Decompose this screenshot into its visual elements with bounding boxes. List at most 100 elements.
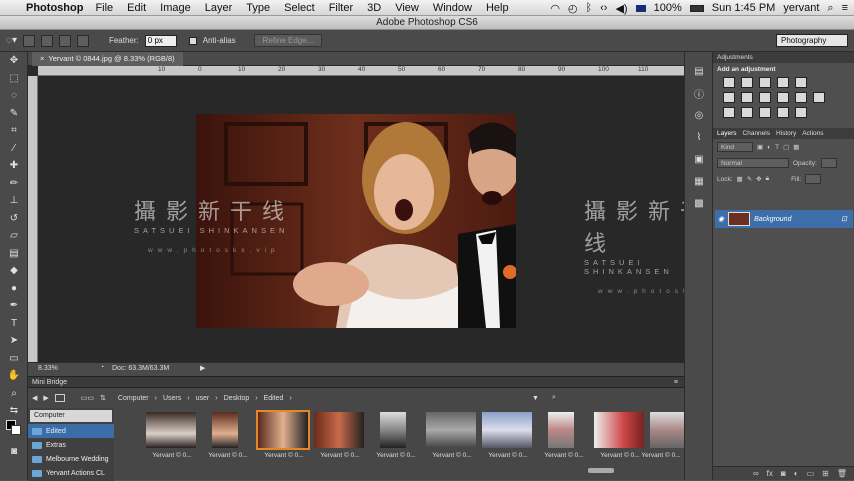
brush-tool-icon[interactable]: ✏: [0, 175, 28, 193]
invert-icon[interactable]: [723, 107, 735, 118]
tab-layers[interactable]: Layers: [717, 128, 737, 139]
menu-3d[interactable]: 3D: [367, 2, 381, 14]
paths-panel-icon[interactable]: ⌇: [685, 126, 713, 148]
forward-icon[interactable]: ▶: [43, 394, 48, 402]
vibrance-icon[interactable]: [795, 77, 807, 88]
thumbnail[interactable]: [212, 412, 238, 448]
photo-filter-icon[interactable]: [777, 92, 789, 103]
list-icon[interactable]: ≡: [842, 2, 848, 14]
fx-icon[interactable]: fx: [767, 469, 773, 478]
folder-item[interactable]: Extras: [28, 438, 114, 452]
selective-color-icon[interactable]: [795, 107, 807, 118]
opacity-input[interactable]: [820, 158, 837, 168]
horizontal-ruler[interactable]: 10 0 10 20 30 40 50 60 70 80 90 100 110: [38, 66, 684, 76]
menu-type[interactable]: Type: [246, 2, 270, 14]
panel-menu-icon[interactable]: ≡: [674, 377, 678, 388]
lock-all-icon[interactable]: 🔒︎: [766, 175, 769, 183]
new-group-icon[interactable]: ▭: [807, 469, 815, 478]
battery-icon[interactable]: [689, 4, 704, 12]
zoom-level[interactable]: 8.33%: [38, 365, 58, 372]
volume-icon[interactable]: ◀): [615, 2, 627, 15]
location-select[interactable]: Computer: [30, 410, 112, 422]
panel-view-icon[interactable]: [54, 394, 65, 402]
refine-edge-button[interactable]: Refine Edge...: [253, 34, 323, 47]
flag-icon[interactable]: [635, 4, 646, 12]
channel-mixer-icon[interactable]: [795, 92, 807, 103]
blur-icon[interactable]: ◆: [0, 262, 28, 280]
tab-actions[interactable]: Actions: [802, 128, 823, 139]
layer-lock-icon[interactable]: ⊡: [841, 215, 847, 223]
menu-file[interactable]: File: [95, 2, 113, 14]
add-selection-icon[interactable]: [40, 34, 53, 47]
threshold-icon[interactable]: [759, 107, 771, 118]
thumbnail[interactable]: [426, 412, 476, 448]
menu-edit[interactable]: Edit: [127, 2, 146, 14]
brightness-contrast-icon[interactable]: [723, 77, 735, 88]
filter-type-icon[interactable]: T: [775, 144, 779, 151]
curves-icon[interactable]: [759, 77, 771, 88]
color-swatches[interactable]: [0, 420, 28, 438]
subtract-selection-icon[interactable]: [58, 34, 71, 47]
bluetooth-icon[interactable]: ᛒ: [586, 2, 593, 14]
menu-help[interactable]: Help: [486, 2, 509, 14]
link-layers-icon[interactable]: ∞: [753, 469, 759, 478]
black-white-icon[interactable]: [759, 92, 771, 103]
hue-saturation-icon[interactable]: [723, 92, 735, 103]
filter-icon[interactable]: ▼: [532, 395, 539, 402]
code-icon[interactable]: ‹›: [600, 2, 607, 14]
lasso-icon[interactable]: ◌: [0, 87, 28, 105]
channels-panel-icon[interactable]: ◎: [685, 104, 713, 126]
crop-tool-icon[interactable]: ⌗: [0, 122, 28, 140]
spotlight-icon[interactable]: ⌕: [827, 2, 833, 15]
color-balance-icon[interactable]: [741, 92, 753, 103]
thumbnail[interactable]: [256, 410, 310, 450]
sync-icon[interactable]: ◴: [568, 2, 578, 15]
clone-stamp-icon[interactable]: ⊥: [0, 192, 28, 210]
dodge-icon[interactable]: ●: [0, 280, 28, 298]
thumbnail[interactable]: [380, 412, 406, 448]
feather-input[interactable]: [144, 34, 177, 47]
zoom-tool-icon[interactable]: ⌕: [0, 385, 28, 403]
lock-position-icon[interactable]: ✥: [756, 175, 761, 183]
folder-item[interactable]: Melbourne Wedding: [28, 452, 114, 466]
layer-background[interactable]: ◉ Background ⊡: [715, 210, 853, 228]
filter-smart-icon[interactable]: ▦: [793, 143, 799, 151]
healing-brush-icon[interactable]: ✚: [0, 157, 28, 175]
posterize-icon[interactable]: [741, 107, 753, 118]
wifi-icon[interactable]: ◠: [550, 2, 560, 15]
swatches-panel-icon[interactable]: ▦: [685, 170, 713, 192]
fill-input[interactable]: [805, 174, 822, 184]
thumbnail[interactable]: [482, 412, 532, 448]
quick-mask-icon[interactable]: ◙: [0, 443, 28, 461]
menu-filter[interactable]: Filter: [329, 2, 353, 14]
filter-adjust-icon[interactable]: ◐: [767, 144, 771, 151]
exposure-icon[interactable]: [777, 77, 789, 88]
delete-layer-icon[interactable]: 🗑︎: [837, 469, 847, 478]
folder-item[interactable]: Yervant Actions CL: [28, 466, 114, 480]
thumbnail[interactable]: [548, 412, 574, 448]
tab-history[interactable]: History: [776, 128, 796, 139]
layer-comps-icon[interactable]: ▩: [685, 192, 713, 214]
eyedropper-icon[interactable]: ⁄: [0, 140, 28, 158]
new-adjustment-icon[interactable]: ◐: [794, 469, 799, 478]
visibility-eye-icon[interactable]: ◉: [718, 215, 724, 223]
new-selection-icon[interactable]: [22, 34, 35, 47]
breadcrumb-user[interactable]: user: [196, 395, 210, 402]
filter-shape-icon[interactable]: ▢: [783, 143, 789, 151]
quick-select-icon[interactable]: ✎: [0, 105, 28, 123]
info-panel-icon[interactable]: ⓘ: [685, 82, 713, 104]
pen-tool-icon[interactable]: ✒: [0, 297, 28, 315]
app-menu[interactable]: Photoshop: [26, 2, 83, 14]
vertical-ruler[interactable]: [28, 76, 38, 362]
search-icon[interactable]: ⌕: [552, 394, 556, 402]
thumbnail[interactable]: [594, 412, 644, 448]
doc-size[interactable]: Doc: 63.3M/63.3M: [112, 365, 169, 372]
type-tool-icon[interactable]: T: [0, 315, 28, 333]
adjustments-tab[interactable]: Adjustments: [717, 52, 753, 63]
menu-image[interactable]: Image: [160, 2, 191, 14]
lasso-tool-icon[interactable]: ◌▾: [6, 35, 17, 46]
menu-layer[interactable]: Layer: [205, 2, 233, 14]
close-icon[interactable]: ×: [40, 54, 44, 63]
tab-channels[interactable]: Channels: [743, 128, 770, 139]
blend-mode-select[interactable]: Normal: [717, 158, 789, 168]
